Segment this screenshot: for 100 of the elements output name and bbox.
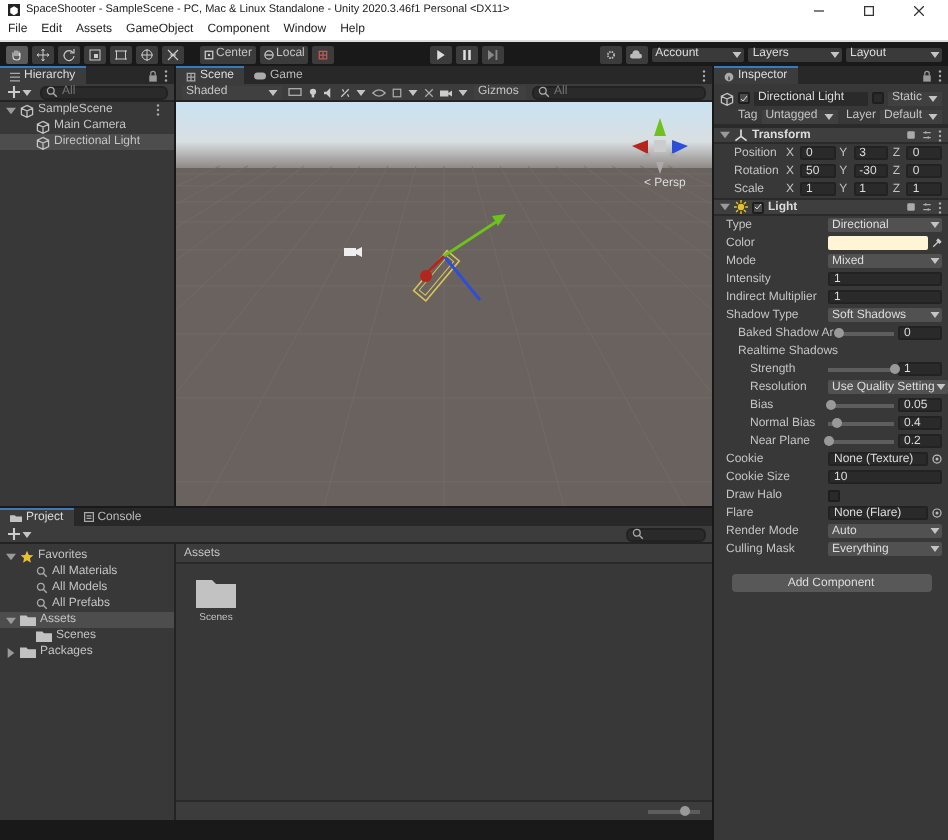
cloud-button[interactable] <box>625 45 648 63</box>
expanded-arrow-icon[interactable] <box>6 105 16 115</box>
slider-thumb[interactable] <box>825 399 836 409</box>
plus-icon <box>8 528 20 540</box>
hand-tool-button[interactable] <box>6 45 28 63</box>
transform-tool-icon <box>140 47 154 61</box>
checkbox[interactable] <box>752 201 764 213</box>
collapsed-arrow-icon[interactable] <box>6 647 16 657</box>
info-icon <box>724 71 734 81</box>
caret-icon <box>930 312 940 318</box>
pause-button[interactable] <box>456 45 479 63</box>
checkbox[interactable] <box>738 92 750 104</box>
step-button[interactable] <box>482 45 505 63</box>
pivot-icon <box>204 49 214 59</box>
lock-icon[interactable] <box>922 69 932 81</box>
list-icon <box>10 71 20 81</box>
close-icon[interactable] <box>913 5 923 15</box>
camera-icon[interactable] <box>440 87 452 97</box>
light-bulb-icon[interactable] <box>308 87 318 97</box>
caret-icon <box>928 113 938 119</box>
search-icon <box>538 86 550 98</box>
grid-icon <box>318 49 329 59</box>
scale-tool-button[interactable] <box>84 45 106 63</box>
search-field[interactable] <box>626 527 706 541</box>
sliders-icon[interactable] <box>922 202 932 212</box>
scale-tool-icon <box>88 47 102 61</box>
caret-icon <box>930 258 940 264</box>
axes-icon <box>734 128 748 142</box>
minimize-icon[interactable] <box>813 5 823 15</box>
cube-icon <box>720 91 734 105</box>
checkbox[interactable] <box>828 489 840 501</box>
gear-icon <box>605 49 616 59</box>
caret-icon <box>929 51 940 57</box>
caret-icon <box>823 113 834 119</box>
caret-icon <box>732 51 743 57</box>
rotate-tool-button[interactable] <box>58 45 80 63</box>
folder-icon <box>196 576 236 608</box>
play-button[interactable] <box>430 45 453 63</box>
light-gizmo-drawing[interactable] <box>412 214 506 302</box>
caret-icon <box>829 51 840 57</box>
object-picker-icon[interactable] <box>932 508 942 518</box>
step-icon <box>488 49 499 59</box>
search-icon <box>36 566 48 578</box>
camera-icon[interactable] <box>344 247 362 257</box>
transform-tool-button[interactable] <box>136 45 158 63</box>
add-button[interactable] <box>6 84 34 100</box>
lock-icon[interactable] <box>148 69 158 81</box>
slider-thumb[interactable] <box>833 327 844 337</box>
expanded-arrow-icon[interactable] <box>6 615 16 625</box>
expanded-arrow-icon[interactable] <box>720 202 730 212</box>
custom-tool-icon <box>166 47 180 61</box>
pause-icon <box>462 49 473 59</box>
globe-icon <box>264 49 275 59</box>
object-picker-icon[interactable] <box>932 454 942 464</box>
sun-icon <box>734 200 748 214</box>
maximize-icon[interactable] <box>863 5 873 15</box>
caret-icon <box>408 89 418 95</box>
rect-tool-button[interactable] <box>110 45 132 63</box>
search-icon <box>46 86 58 98</box>
sliders-icon[interactable] <box>922 130 932 140</box>
search-icon <box>632 528 644 540</box>
search-icon <box>36 598 48 610</box>
caret-icon <box>22 531 32 537</box>
plus-icon <box>8 86 20 98</box>
caret-icon <box>930 528 940 534</box>
cloud-icon <box>630 49 643 59</box>
caret-icon <box>268 89 278 95</box>
rotate-tool-icon <box>62 47 76 61</box>
play-icon <box>436 49 447 59</box>
color-field[interactable] <box>828 236 928 250</box>
search-icon <box>36 582 48 594</box>
axis-gizmo-icon[interactable] <box>632 118 688 174</box>
caret-icon <box>930 222 940 228</box>
services-button[interactable] <box>599 45 622 63</box>
caret-icon <box>928 95 938 101</box>
move-tool-icon <box>36 47 50 61</box>
scene-icon <box>20 103 34 117</box>
slider-thumb[interactable] <box>890 363 900 373</box>
2d-toggle-icon[interactable] <box>288 88 302 96</box>
move-tool-button[interactable] <box>32 45 54 63</box>
expanded-arrow-icon[interactable] <box>6 551 16 561</box>
caret-icon <box>936 384 947 390</box>
snap-button[interactable] <box>312 45 335 63</box>
console-icon <box>83 512 94 522</box>
expanded-arrow-icon[interactable] <box>720 130 730 140</box>
custom-tool-button[interactable] <box>162 45 184 63</box>
add-button[interactable] <box>6 526 34 542</box>
crossed-tools-icon[interactable] <box>424 87 434 97</box>
caret-icon <box>930 546 940 552</box>
slider-thumb[interactable] <box>832 417 843 427</box>
eyedropper-icon[interactable] <box>932 238 942 248</box>
star-icon <box>20 549 34 563</box>
slider-thumb[interactable] <box>824 435 835 445</box>
rect-tool-icon <box>114 47 128 61</box>
caret-icon <box>458 89 468 95</box>
slider-thumb[interactable] <box>680 805 691 815</box>
caret-icon <box>356 89 366 95</box>
grid-icon <box>186 71 196 81</box>
visibility-icon[interactable] <box>372 87 386 97</box>
checkbox[interactable] <box>871 92 884 104</box>
